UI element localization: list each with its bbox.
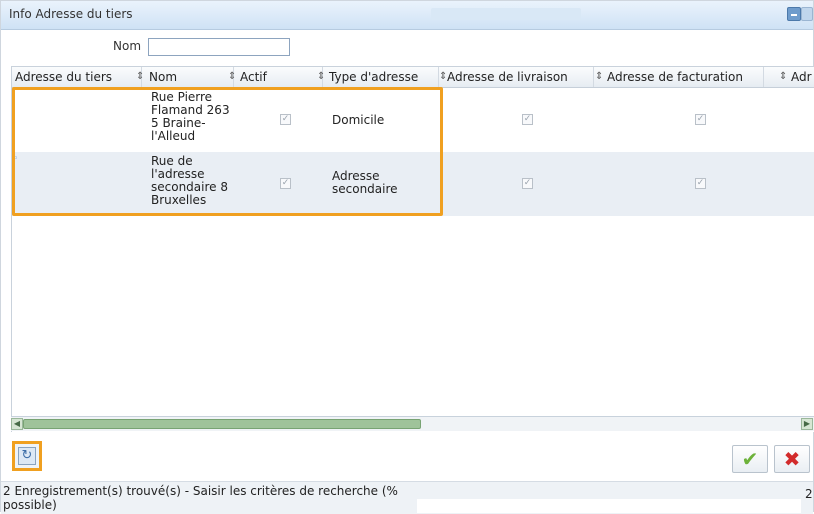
window-title: Info Adresse du tiers (9, 7, 133, 21)
refresh-icon: ↻ (18, 447, 36, 465)
minimize-icon[interactable] (787, 7, 801, 21)
column-header-adresse-facturation[interactable]: Adresse de facturation (604, 67, 764, 87)
cell-type-adresse: Adresse secondaire (332, 169, 398, 196)
column-label: Adresse du tiers (15, 70, 113, 84)
filter-bar: Nom (1, 30, 813, 64)
column-header-adr[interactable]: Adr (788, 67, 814, 87)
column-label: Adr (791, 70, 812, 84)
address-dialog: Info Adresse du tiers Nom Adresse du tie… (0, 0, 814, 514)
column-label: Adresse de facturation (607, 70, 743, 84)
checkbox-checked-icon: ✓ (695, 114, 706, 125)
row-indicator-icon: ◦ (13, 154, 19, 164)
status-field (417, 499, 801, 513)
column-header-adresse-livraison[interactable]: Adresse de livraison (444, 67, 594, 87)
checkbox-checked-icon: ✓ (522, 114, 533, 125)
refresh-button[interactable]: ↻ (12, 441, 42, 471)
title-bar-blurred-area (431, 8, 581, 20)
scroll-right-icon[interactable]: ▶ (801, 418, 813, 430)
sort-arrows-icon[interactable]: ⇕ (136, 67, 144, 87)
checkbox-checked-icon: ✓ (522, 178, 533, 189)
table-row[interactable]: ◦ Rue de l'adresse secondaire 8 Bruxelle… (12, 152, 814, 216)
nom-label: Nom (113, 39, 142, 53)
cell-nom: Rue Pierre Flamand 263 5 Braine- l'Alleu… (151, 90, 230, 143)
column-header-nom[interactable]: Nom (146, 67, 234, 87)
table-row[interactable]: Rue Pierre Flamand 263 5 Braine- l'Alleu… (12, 88, 814, 152)
column-label: Adresse de livraison (447, 70, 568, 84)
scrollbar-thumb[interactable] (23, 419, 421, 429)
column-label: Nom (149, 70, 178, 84)
grid-header: Adresse du tiers ⇕ Nom ⇕ Actif ⇕ Type d'… (12, 67, 814, 88)
cell-nom: Rue de l'adresse secondaire 8 Bruxelles (151, 154, 228, 207)
column-header-actif[interactable]: Actif (237, 67, 323, 87)
action-bar (1, 437, 813, 481)
status-message: 2 Enregistrement(s) trouvé(s) - Saisir l… (3, 484, 398, 512)
status-page-number: 2 (805, 487, 813, 501)
scroll-left-icon[interactable]: ◀ (11, 418, 23, 430)
sort-arrows-icon[interactable]: ⇕ (228, 67, 236, 87)
sort-arrows-icon[interactable]: ⇕ (317, 67, 325, 87)
column-header-adresse-du-tiers[interactable]: Adresse du tiers (12, 67, 142, 87)
horizontal-scrollbar[interactable]: ◀ ▶ (11, 416, 814, 431)
close-icon[interactable] (801, 7, 813, 21)
column-label: Actif (240, 70, 267, 84)
sort-arrows-icon[interactable]: ⇕ (779, 67, 787, 87)
cross-icon: ✖ (783, 447, 801, 471)
checkbox-checked-icon: ✓ (280, 114, 291, 125)
status-bar: 2 Enregistrement(s) trouvé(s) - Saisir l… (1, 481, 813, 514)
ok-button[interactable]: ✔ (732, 445, 768, 473)
title-bar[interactable]: Info Adresse du tiers (1, 1, 813, 30)
checkbox-checked-icon: ✓ (280, 178, 291, 189)
address-grid: Adresse du tiers ⇕ Nom ⇕ Actif ⇕ Type d'… (11, 66, 814, 432)
sort-arrows-icon[interactable]: ⇕ (595, 67, 603, 87)
nom-input[interactable] (148, 38, 290, 56)
column-label: Type d'adresse (329, 70, 419, 84)
cancel-button[interactable]: ✖ (774, 445, 810, 473)
checkmark-icon: ✔ (741, 447, 759, 471)
cell-type-adresse: Domicile (332, 113, 385, 127)
column-header-type-adresse[interactable]: Type d'adresse (326, 67, 439, 87)
checkbox-checked-icon: ✓ (695, 178, 706, 189)
